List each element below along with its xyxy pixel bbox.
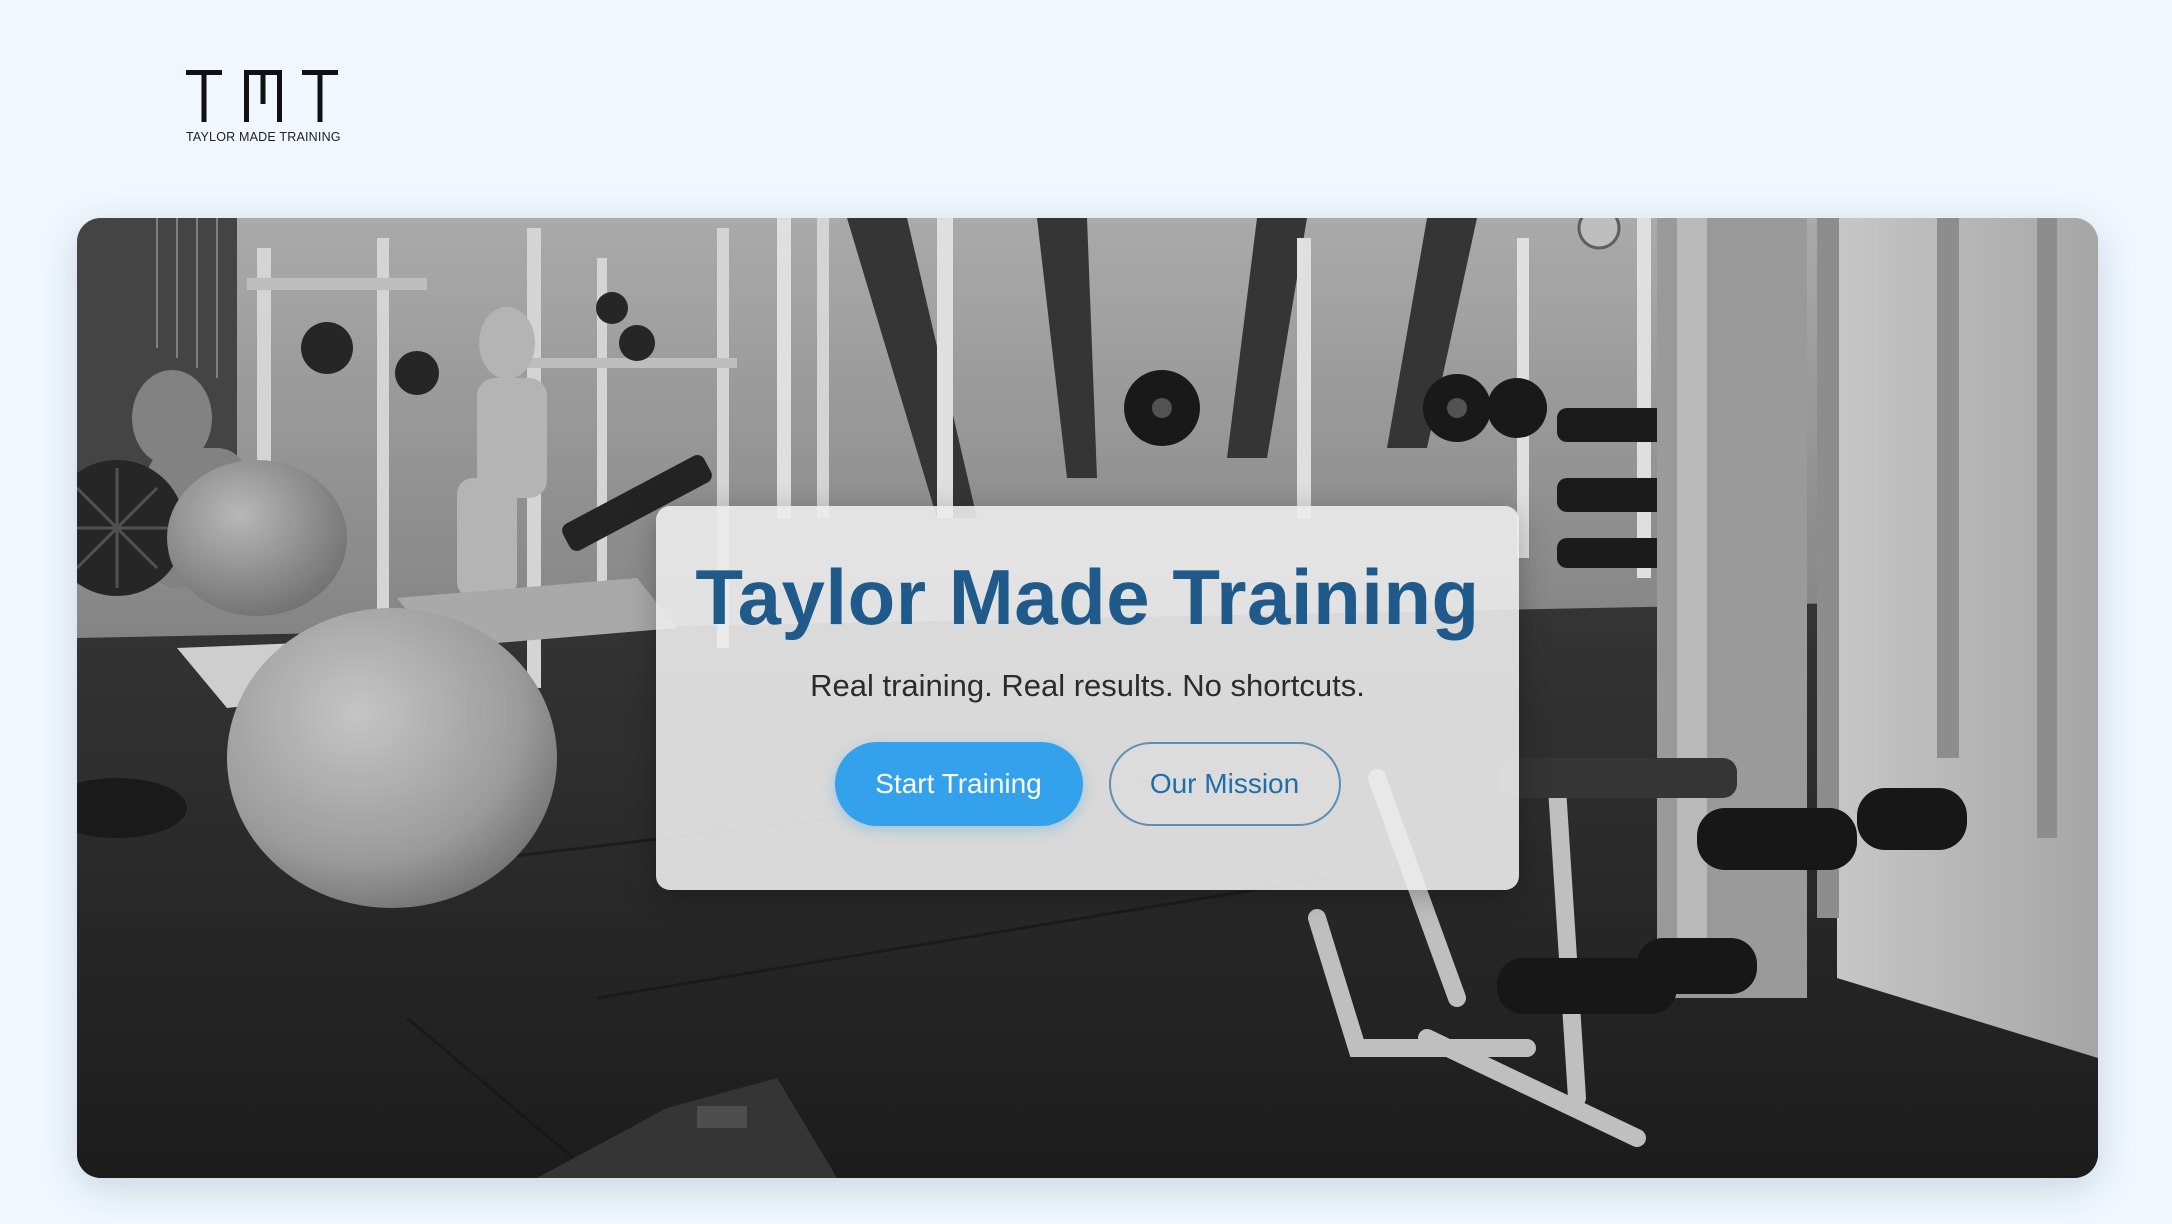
hero-actions: Start Training Our Mission	[656, 742, 1519, 826]
hero-card: Taylor Made Training Real training. Real…	[656, 506, 1519, 890]
logo-subtitle: TAYLOR MADE TRAINING	[186, 130, 341, 144]
site-logo[interactable]: TAYLOR MADE TRAINING	[186, 68, 341, 144]
our-mission-button[interactable]: Our Mission	[1108, 742, 1341, 826]
hero-section: Taylor Made Training Real training. Real…	[77, 218, 2098, 1178]
tmt-logo-mark	[186, 70, 338, 122]
hero-tagline: Real training. Real results. No shortcut…	[810, 668, 1365, 703]
start-training-button[interactable]: Start Training	[834, 742, 1083, 826]
hero-title: Taylor Made Training	[695, 553, 1480, 641]
